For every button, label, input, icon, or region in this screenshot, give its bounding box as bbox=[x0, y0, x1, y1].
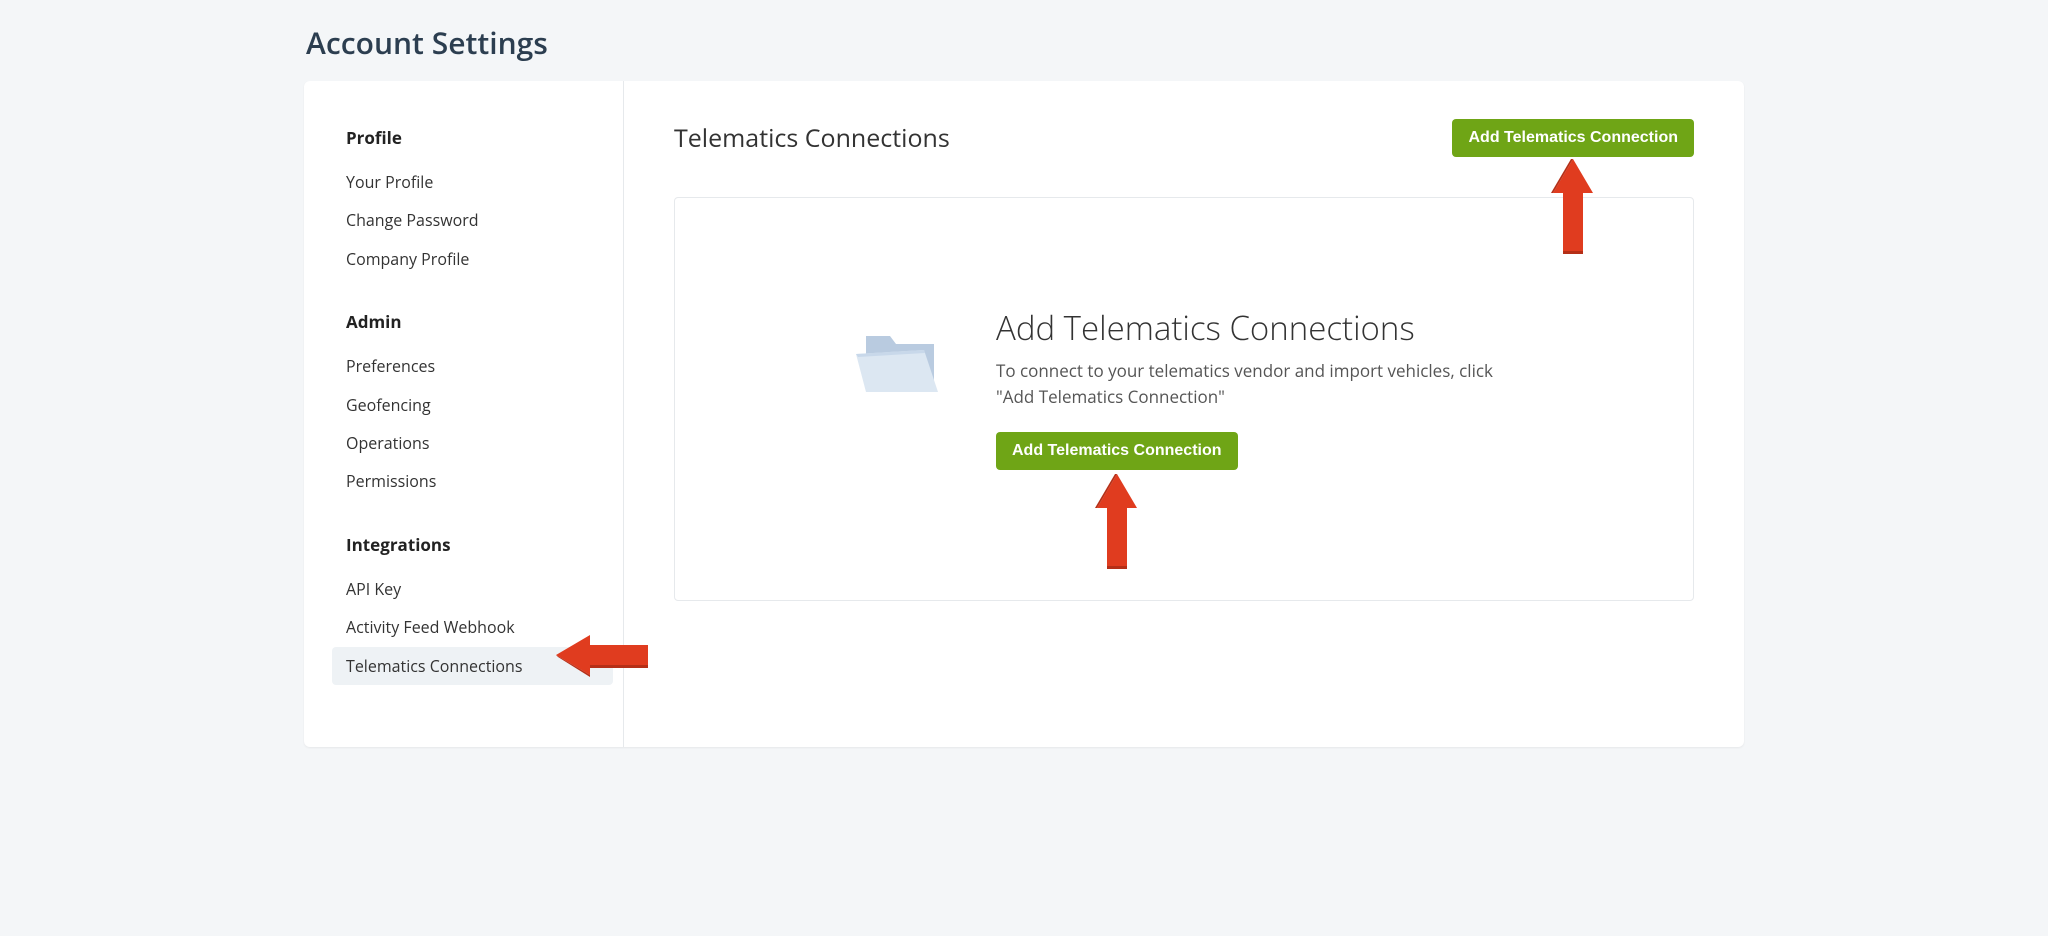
sidebar-heading-admin: Admin bbox=[346, 310, 613, 333]
sidebar-item-preferences[interactable]: Preferences bbox=[346, 347, 613, 385]
empty-state-text: Add Telematics Connections To connect to… bbox=[996, 308, 1516, 470]
add-telematics-connection-button[interactable]: Add Telematics Connection bbox=[996, 432, 1238, 470]
sidebar-item-your-profile[interactable]: Your Profile bbox=[346, 163, 613, 201]
content-header: Telematics Connections Add Telematics Co… bbox=[674, 119, 1694, 157]
content-heading: Telematics Connections bbox=[674, 121, 950, 155]
empty-state-title: Add Telematics Connections bbox=[996, 308, 1516, 348]
sidebar-item-change-password[interactable]: Change Password bbox=[346, 201, 613, 239]
sidebar-heading-profile: Profile bbox=[346, 126, 613, 149]
folder-icon bbox=[852, 326, 952, 408]
content-card: Profile Your Profile Change Password Com… bbox=[304, 81, 1744, 747]
empty-state-description: To connect to your telematics vendor and… bbox=[996, 358, 1516, 411]
add-telematics-connection-button[interactable]: Add Telematics Connection bbox=[1452, 119, 1694, 157]
sidebar-item-geofencing[interactable]: Geofencing bbox=[346, 386, 613, 424]
sidebar-item-telematics-connections[interactable]: Telematics Connections bbox=[332, 647, 613, 685]
settings-sidebar: Profile Your Profile Change Password Com… bbox=[304, 81, 624, 747]
sidebar-item-api-key[interactable]: API Key bbox=[346, 570, 613, 608]
annotation-arrow-icon bbox=[1092, 474, 1142, 575]
sidebar-item-label: Telematics Connections bbox=[346, 655, 523, 677]
sidebar-section-admin: Admin Preferences Geofencing Operations … bbox=[346, 310, 613, 501]
sidebar-item-activity-feed-webhook[interactable]: Activity Feed Webhook bbox=[346, 608, 613, 646]
page-title: Account Settings bbox=[304, 0, 1744, 81]
sidebar-heading-integrations: Integrations bbox=[346, 533, 613, 556]
sidebar-item-permissions[interactable]: Permissions bbox=[346, 462, 613, 500]
sidebar-item-company-profile[interactable]: Company Profile bbox=[346, 240, 613, 278]
main-content: Telematics Connections Add Telematics Co… bbox=[624, 81, 1744, 747]
sidebar-section-integrations: Integrations API Key Activity Feed Webho… bbox=[346, 533, 613, 685]
sidebar-section-profile: Profile Your Profile Change Password Com… bbox=[346, 126, 613, 278]
sidebar-item-operations[interactable]: Operations bbox=[346, 424, 613, 462]
empty-state-panel: Add Telematics Connections To connect to… bbox=[674, 197, 1694, 601]
